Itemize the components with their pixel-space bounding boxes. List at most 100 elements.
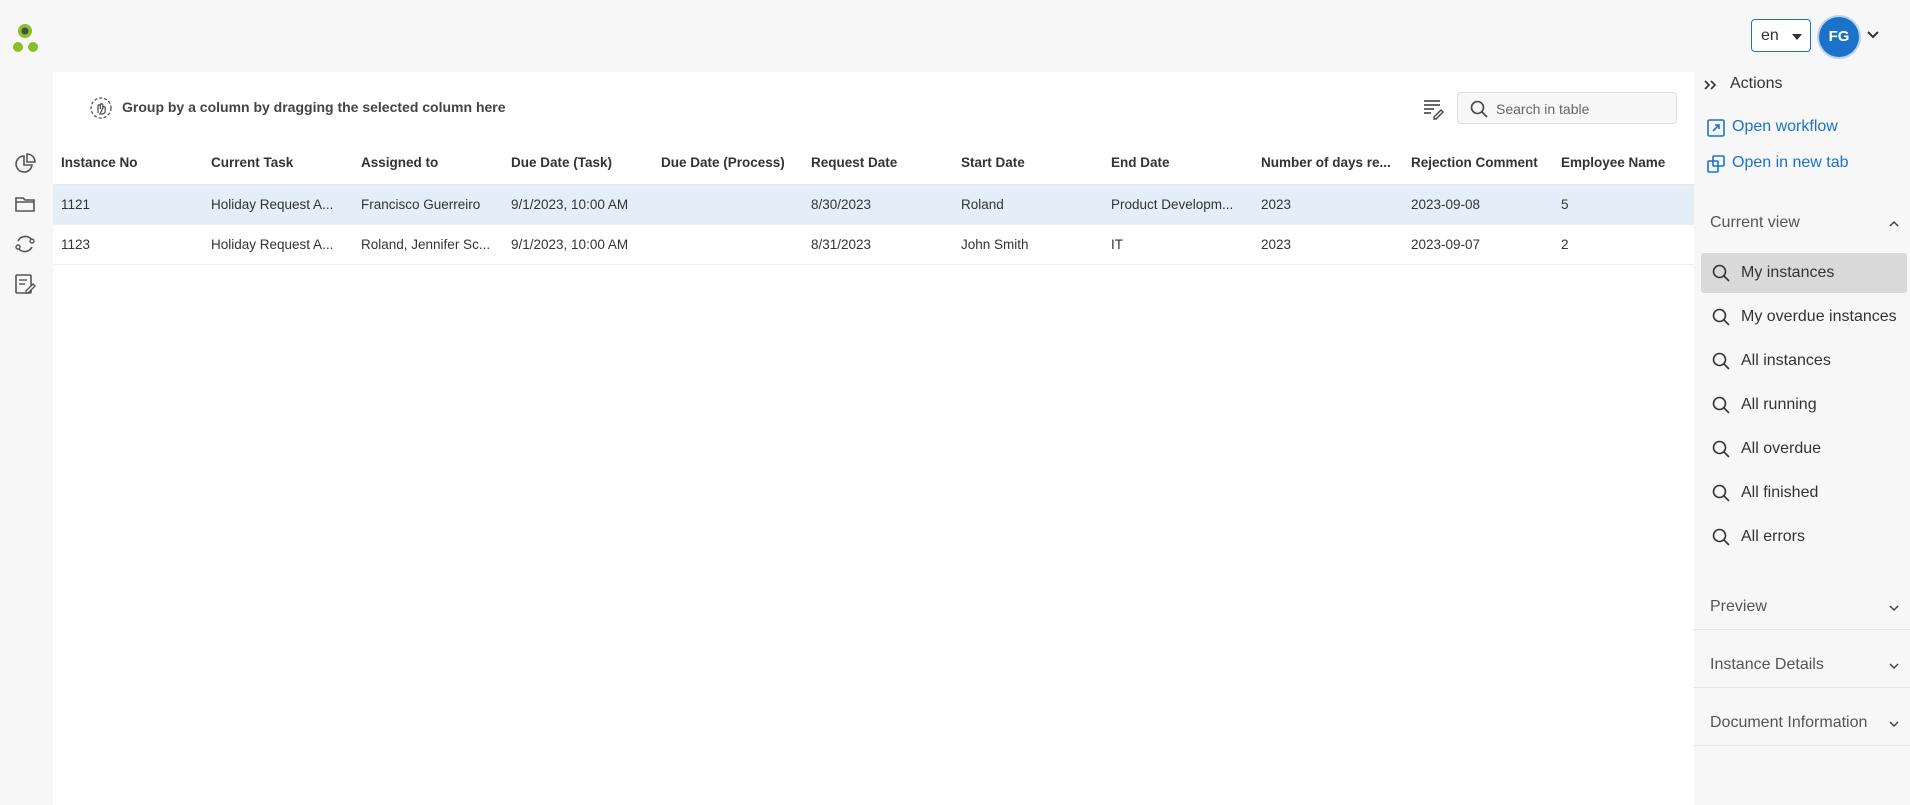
chevron-down-icon <box>1889 663 1899 670</box>
drag-hand-icon <box>90 97 112 119</box>
group-by-hint: Group by a column by dragging the select… <box>122 99 506 115</box>
search-input[interactable] <box>1496 98 1671 120</box>
table-cell: 1123 <box>53 224 203 265</box>
view-all-running[interactable]: All running <box>1701 385 1907 425</box>
open-in-new-tab-label: Open in new tab <box>1732 154 1849 171</box>
table-cell: 5 <box>1553 184 1694 225</box>
task-list-edit-icon[interactable] <box>13 272 37 296</box>
table-cell: Roland, Jennifer Sc... <box>353 224 503 265</box>
table-cell: 2023-09-07 <box>1403 224 1553 265</box>
search-icon <box>1712 528 1730 546</box>
view-label: All instances <box>1741 352 1831 369</box>
workflow-cycle-icon[interactable] <box>13 232 37 256</box>
search-icon <box>1470 100 1488 118</box>
double-chevron-right-icon[interactable] <box>1702 77 1718 93</box>
table-cell: 2023 <box>1253 184 1403 225</box>
table-cell: Francisco Guerreiro <box>353 184 503 225</box>
table-cell <box>653 224 803 265</box>
document-information-label: Document Information <box>1710 714 1868 731</box>
column-header-current-task[interactable]: Current Task <box>203 142 353 185</box>
group-by-bar[interactable]: Group by a column by dragging the select… <box>53 72 1694 142</box>
new-tab-icon <box>1707 155 1725 173</box>
table-cell: 8/30/2023 <box>803 184 953 225</box>
view-label: My overdue instances <box>1741 308 1897 325</box>
column-header-instance-no[interactable]: Instance No <box>53 142 203 185</box>
column-header-rejection-comment[interactable]: Rejection Comment <box>1403 142 1553 185</box>
actions-header: Actions <box>1694 72 1910 98</box>
chevron-down-icon[interactable] <box>1866 28 1880 42</box>
search-icon <box>1712 484 1730 502</box>
column-header-start-date[interactable]: Start Date <box>953 142 1103 185</box>
column-header-request-date[interactable]: Request Date <box>803 142 953 185</box>
table-cell: Holiday Request A... <box>203 224 353 265</box>
dashboard-pie-icon[interactable] <box>13 152 37 176</box>
view-all-instances[interactable]: All instances <box>1701 341 1907 381</box>
table-cell: 8/31/2023 <box>803 224 953 265</box>
view-label: My instances <box>1741 264 1835 281</box>
table-cell: 9/1/2023, 10:00 AM <box>503 224 653 265</box>
open-in-new-tab-link[interactable]: Open in new tab <box>1706 152 1906 176</box>
actions-title: Actions <box>1730 75 1783 92</box>
preview-label: Preview <box>1710 598 1767 615</box>
table-row[interactable]: 1123 Holiday Request A... Roland, Jennif… <box>53 224 1694 265</box>
table-search[interactable] <box>1457 92 1677 124</box>
table-cell: Holiday Request A... <box>203 184 353 225</box>
instances-table: Instance No Current Task Assigned to Due… <box>53 142 1694 265</box>
view-label: All errors <box>1741 528 1806 545</box>
table-cell: 2023 <box>1253 224 1403 265</box>
column-header-number-of-days[interactable]: Number of days re... <box>1253 142 1403 185</box>
chevron-down-icon <box>1889 721 1899 728</box>
left-navigation <box>0 72 53 805</box>
instance-details-label: Instance Details <box>1710 656 1824 673</box>
preview-section[interactable]: Preview <box>1694 586 1910 630</box>
view-my-overdue-instances[interactable]: My overdue instances <box>1701 297 1907 337</box>
table-cell: Roland <box>953 184 1103 225</box>
search-icon <box>1712 308 1730 326</box>
search-icon <box>1712 264 1730 282</box>
chevron-up-icon <box>1889 220 1899 227</box>
search-icon <box>1712 352 1730 370</box>
table-row[interactable]: 1121 Holiday Request A... Francisco Guer… <box>53 184 1694 225</box>
table-cell: 1121 <box>53 184 203 225</box>
column-header-employee-name[interactable]: Employee Name <box>1553 142 1694 185</box>
table-cell: 2 <box>1553 224 1694 265</box>
folder-icon[interactable] <box>13 192 37 216</box>
actions-panel: Actions Open workflow Open in new tab Cu… <box>1694 72 1910 805</box>
table-cell: 9/1/2023, 10:00 AM <box>503 184 653 225</box>
open-workflow-label: Open workflow <box>1732 118 1838 135</box>
column-header-due-date-process[interactable]: Due Date (Process) <box>653 142 803 185</box>
user-avatar[interactable]: FG <box>1819 17 1859 57</box>
view-all-errors[interactable]: All errors <box>1701 517 1907 557</box>
view-my-instances[interactable]: My instances <box>1701 253 1907 293</box>
current-view-label: Current view <box>1710 214 1800 231</box>
external-link-icon <box>1707 119 1725 137</box>
view-label: All running <box>1741 396 1817 413</box>
search-icon <box>1712 440 1730 458</box>
view-label: All overdue <box>1741 440 1822 457</box>
language-select[interactable]: en <box>1751 19 1811 52</box>
chevron-down-icon <box>1889 605 1899 612</box>
instance-details-section[interactable]: Instance Details <box>1694 644 1910 688</box>
column-header-assigned-to[interactable]: Assigned to <box>353 142 503 185</box>
column-header-end-date[interactable]: End Date <box>1103 142 1253 185</box>
current-view-section[interactable]: Current view <box>1694 202 1910 246</box>
view-label: All finished <box>1741 484 1819 501</box>
table-cell: John Smith <box>953 224 1103 265</box>
table-cell: 2023-09-08 <box>1403 184 1553 225</box>
view-all-overdue[interactable]: All overdue <box>1701 429 1907 469</box>
view-all-finished[interactable]: All finished <box>1701 473 1907 513</box>
search-icon <box>1712 396 1730 414</box>
column-settings-icon[interactable] <box>1421 96 1445 120</box>
column-header-due-date-task[interactable]: Due Date (Task) <box>503 142 653 185</box>
table-header-row: Instance No Current Task Assigned to Due… <box>53 142 1694 185</box>
language-value: en <box>1761 27 1779 44</box>
open-workflow-link[interactable]: Open workflow <box>1706 116 1906 140</box>
table-cell: Product Developm... <box>1103 184 1253 225</box>
document-information-section[interactable]: Document Information <box>1694 702 1910 746</box>
caret-down-icon <box>1792 34 1802 40</box>
top-bar: en FG <box>0 0 1910 72</box>
main-content: Group by a column by dragging the select… <box>53 72 1694 805</box>
app-logo[interactable] <box>12 22 42 54</box>
table-cell <box>653 184 803 225</box>
table-cell: IT <box>1103 224 1253 265</box>
